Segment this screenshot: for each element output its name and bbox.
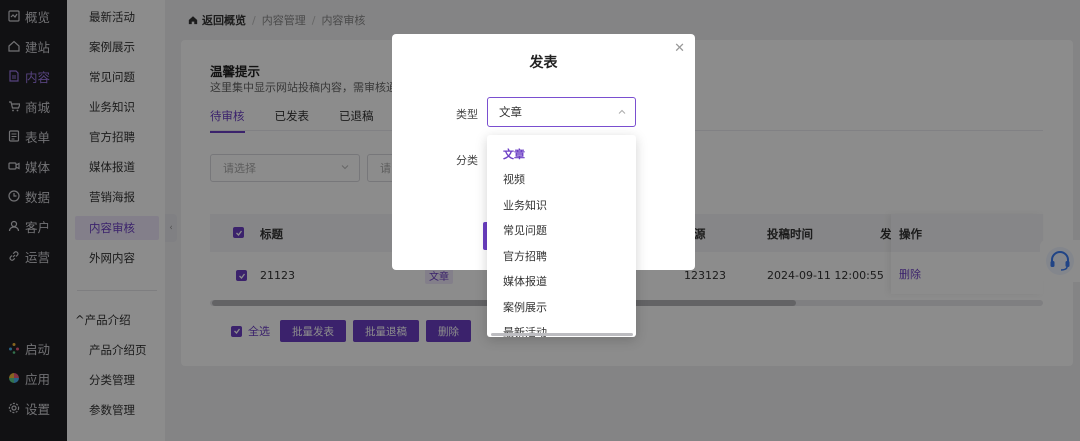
- dropdown-option-business-knowledge[interactable]: 业务知识: [487, 192, 636, 217]
- dropdown-option-recruitment[interactable]: 官方招聘: [487, 243, 636, 268]
- type-select[interactable]: 文章: [487, 97, 636, 127]
- dropdown-option-case-showcase[interactable]: 案例展示: [487, 294, 636, 319]
- category-label: 分类: [456, 154, 478, 167]
- modal-title: 发表: [529, 55, 558, 71]
- chevron-up-icon: [618, 109, 626, 114]
- dropdown-option-faq[interactable]: 常见问题: [487, 218, 636, 243]
- dropdown-scrollbar[interactable]: [491, 333, 633, 336]
- type-dropdown-menu: 文章 视频 业务知识 常见问题 官方招聘 媒体报道 案例展示 最新活动: [487, 135, 636, 337]
- dropdown-option-video[interactable]: 视频: [487, 167, 636, 192]
- dropdown-option-article[interactable]: 文章: [487, 141, 636, 166]
- close-icon[interactable]: ✕: [674, 41, 685, 56]
- dropdown-option-media-reports[interactable]: 媒体报道: [487, 269, 636, 294]
- type-label: 类型: [456, 108, 478, 121]
